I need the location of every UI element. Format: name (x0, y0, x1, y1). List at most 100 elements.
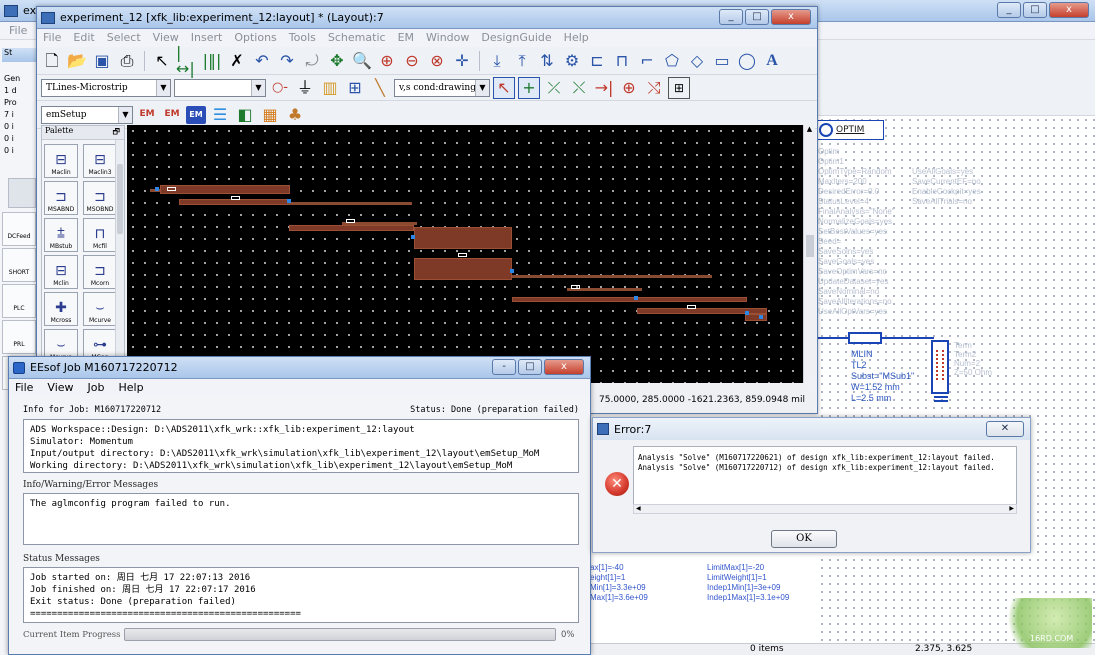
palette-item[interactable]: ⩲ MBstub (44, 218, 78, 252)
push-icon[interactable]: ⤓ (486, 50, 508, 72)
snap-intersect-icon[interactable]: ⤭ (643, 77, 665, 99)
snap-icon[interactable]: ↖ (493, 76, 515, 99)
snap-center-icon[interactable]: ⊕ (618, 77, 640, 99)
layout-close-button[interactable]: x (771, 9, 811, 25)
zoom-out-icon[interactable]: ⊖ (401, 50, 423, 72)
insert-wire-icon[interactable]: ╲ (369, 77, 391, 99)
palette-scroll-thumb[interactable] (117, 164, 123, 234)
em-view-icon[interactable]: EM (161, 104, 183, 126)
error-hscrollbar[interactable]: ◀ ▶ (633, 504, 1017, 514)
circle-icon[interactable]: ◯ (736, 50, 758, 72)
ok-button[interactable]: OK (771, 530, 837, 548)
palette-item[interactable]: ⊐ Mcorn (83, 255, 117, 289)
term-symbol[interactable] (931, 340, 949, 394)
layout-canvas[interactable] (127, 125, 803, 383)
menu-item-em[interactable]: EM (398, 31, 414, 45)
menu-item-file[interactable]: File (43, 31, 61, 45)
library-select[interactable]: TLines-Microstrip ▼ (41, 78, 171, 97)
menu-item-insert[interactable]: Insert (191, 31, 223, 45)
menu-item-job[interactable]: Job (88, 381, 105, 395)
palette-item[interactable]: ✚ Mcross (44, 292, 78, 326)
menu-item-edit[interactable]: Edit (73, 31, 94, 45)
em-setup-select[interactable]: emSetup ▼ (41, 105, 133, 124)
palette-item[interactable]: ⊟ Maclin (44, 144, 78, 178)
scroll-right-icon[interactable]: ▶ (1009, 505, 1014, 512)
error-close-button[interactable]: ✕ (986, 421, 1024, 437)
em-setup-icon[interactable]: EM (186, 105, 206, 124)
select-arrow-icon[interactable]: ↖ (151, 50, 173, 72)
mlin-symbol[interactable] (848, 332, 882, 344)
em-simulate-icon[interactable]: EM (136, 104, 158, 126)
job-maximize-button[interactable]: □ (518, 359, 542, 375)
port-insert-icon[interactable]: ○- (269, 77, 291, 99)
menu-item-select[interactable]: Select (107, 31, 141, 45)
job-minimize-button[interactable]: - (492, 359, 516, 375)
undo-icon[interactable]: ↶ (251, 50, 273, 72)
menu-item-view[interactable]: View (47, 381, 73, 395)
ground-insert-icon[interactable]: ⏚ (294, 77, 316, 99)
port-icon[interactable]: ⊏ (586, 50, 608, 72)
bg-palette-item[interactable]: SHORT (2, 248, 36, 282)
layout-scroll-thumb[interactable] (806, 235, 814, 257)
layer-select[interactable]: v,s cond:drawing ▼ (394, 78, 490, 97)
menu-item-tools[interactable]: Tools (289, 31, 316, 45)
generate-icon[interactable]: ⚙ (561, 50, 583, 72)
delete-icon[interactable]: ✗ (226, 50, 248, 72)
job-close-button[interactable]: x (544, 359, 584, 375)
menu-item-window[interactable]: Window (426, 31, 469, 45)
substrate-icon[interactable]: ☰ (209, 104, 231, 126)
snap-mid-icon[interactable]: + (518, 76, 540, 99)
snap-pin-icon[interactable]: →| (593, 77, 615, 99)
via-icon[interactable]: ⊓ (611, 50, 633, 72)
scroll-left-icon[interactable]: ◀ (636, 505, 641, 512)
scroll-up-icon[interactable]: ▲ (804, 125, 815, 133)
save-icon[interactable]: ▣ (91, 50, 113, 72)
open-folder-icon[interactable]: 📂 (66, 50, 88, 72)
menu-item-options[interactable]: Options (234, 31, 276, 45)
palette-item[interactable]: ⌣Mcurve (83, 292, 117, 326)
color-layers-icon[interactable]: ▦ (259, 104, 281, 126)
zoom-fit-icon[interactable]: ⊗ (426, 50, 448, 72)
zoom-area-icon[interactable]: 🔍 (351, 50, 373, 72)
port-marker[interactable] (634, 296, 638, 300)
palette-item[interactable]: ⊟ Mclin (44, 255, 78, 289)
grid-icon[interactable]: ⊞ (668, 76, 690, 99)
component-library-icon[interactable]: ▥ (319, 77, 341, 99)
palette-item[interactable]: ⊓ Mcfil (83, 218, 117, 252)
menu-item-file[interactable]: File (15, 381, 33, 395)
pop-icon[interactable]: ⤒ (511, 50, 533, 72)
trace-icon[interactable]: ⌐ (636, 50, 658, 72)
layout-minimize-button[interactable]: _ (719, 9, 743, 25)
close-button[interactable]: x (1049, 2, 1089, 18)
hierarchy-icon[interactable]: ⇅ (536, 50, 558, 72)
layout-maximize-button[interactable]: □ (745, 9, 769, 25)
print-icon[interactable]: ⎙ (116, 50, 138, 72)
port-marker[interactable] (411, 235, 415, 239)
snap-edge-icon[interactable]: ⤫ (543, 77, 565, 99)
optim-component[interactable]: OPTIM (816, 120, 884, 140)
move-icon[interactable]: ✥ (326, 50, 348, 72)
new-file-icon[interactable]: 🗋 (41, 50, 63, 72)
menu-item-help[interactable]: Help (564, 31, 589, 45)
snap-vertex-icon[interactable]: ⤬ (568, 77, 590, 99)
polyline-icon[interactable]: ◇ (686, 50, 708, 72)
menu-item-help[interactable]: Help (119, 381, 144, 395)
port-marker[interactable] (155, 187, 159, 191)
menu-item-schematic[interactable]: Schematic (328, 31, 386, 45)
component-select[interactable]: ▼ (174, 78, 266, 97)
palette-item[interactable]: ⊐ MSABND (44, 181, 78, 215)
distribute-icon[interactable]: |‖| (201, 50, 223, 72)
port-marker[interactable] (759, 315, 763, 319)
3d-view-icon[interactable]: ◧ (234, 104, 256, 126)
align-icon[interactable]: |↔| (176, 44, 198, 76)
layout-vscrollbar[interactable]: ▲ (803, 125, 815, 383)
components-icon[interactable]: ♣ (284, 104, 306, 126)
polygon-icon[interactable]: ⬠ (661, 50, 683, 72)
redo-icon[interactable]: ↷ (276, 50, 298, 72)
port-marker[interactable] (745, 311, 749, 315)
subwindow-tab[interactable]: St (2, 48, 38, 62)
pan-icon[interactable]: ✛ (451, 50, 473, 72)
palette-item[interactable]: ⊐ MSOBND (83, 181, 117, 215)
maximize-button[interactable]: □ (1023, 2, 1047, 18)
port-marker[interactable] (510, 269, 514, 273)
